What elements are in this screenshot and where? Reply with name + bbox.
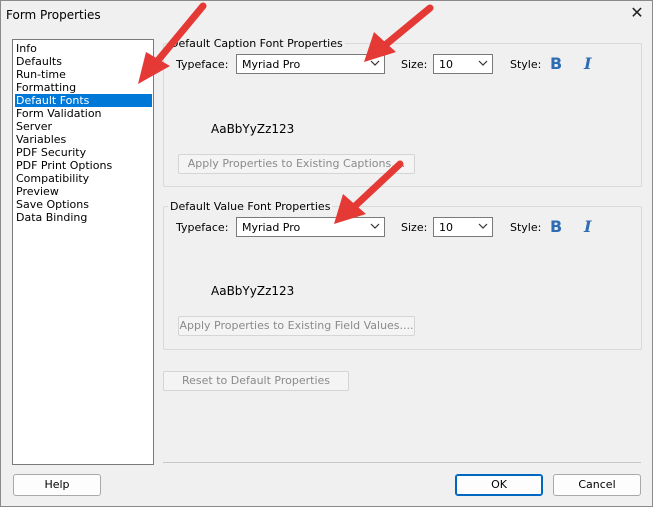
cancel-button[interactable]: Cancel xyxy=(553,474,641,496)
sidebar-item[interactable]: Data Binding xyxy=(15,211,152,224)
help-button[interactable]: Help xyxy=(13,474,101,496)
value-typeface-value: Myriad Pro xyxy=(242,221,301,234)
sidebar-item[interactable]: Defaults xyxy=(15,55,152,68)
close-icon[interactable]: ✕ xyxy=(628,4,646,22)
chevron-down-icon xyxy=(370,223,380,229)
footer-separator xyxy=(163,462,641,463)
sidebar-item[interactable]: Formatting xyxy=(15,81,152,94)
value-bold-icon[interactable]: B xyxy=(550,217,562,236)
caption-size-value: 10 xyxy=(439,58,453,71)
sidebar-item[interactable]: Save Options xyxy=(15,198,152,211)
caption-typeface-dropdown[interactable]: Myriad Pro xyxy=(236,54,385,74)
chevron-down-icon xyxy=(478,223,488,229)
value-group-title: Default Value Font Properties xyxy=(168,200,333,213)
caption-size-dropdown[interactable]: 10 xyxy=(433,54,493,74)
value-size-value: 10 xyxy=(439,221,453,234)
ok-button[interactable]: OK xyxy=(455,474,543,496)
sidebar-item[interactable]: Variables xyxy=(15,133,152,146)
value-font-sample: AaBbYyZz123 xyxy=(211,284,295,298)
sidebar-item[interactable]: Server xyxy=(15,120,152,133)
sidebar-item[interactable]: Compatibility xyxy=(15,172,152,185)
caption-style-label: Style: xyxy=(510,58,542,71)
reset-to-default-button[interactable]: Reset to Default Properties xyxy=(163,371,349,391)
apply-to-field-values-button[interactable]: Apply Properties to Existing Field Value… xyxy=(178,316,415,336)
sidebar-item[interactable]: Default Fonts xyxy=(15,94,152,107)
apply-to-captions-button[interactable]: Apply Properties to Existing Captions...… xyxy=(178,154,415,174)
caption-typeface-label: Typeface: xyxy=(176,58,229,71)
value-typeface-label: Typeface: xyxy=(176,221,229,234)
value-typeface-dropdown[interactable]: Myriad Pro xyxy=(236,217,385,237)
value-style-label: Style: xyxy=(510,221,542,234)
window-title: Form Properties xyxy=(6,8,101,22)
caption-italic-icon[interactable]: I xyxy=(584,54,591,73)
caption-size-label: Size: xyxy=(401,58,428,71)
caption-typeface-value: Myriad Pro xyxy=(242,58,301,71)
sidebar-item[interactable]: Run-time xyxy=(15,68,152,81)
sidebar-item[interactable]: Form Validation xyxy=(15,107,152,120)
value-italic-icon[interactable]: I xyxy=(584,217,591,236)
sidebar-item[interactable]: PDF Security xyxy=(15,146,152,159)
caption-bold-icon[interactable]: B xyxy=(550,54,562,73)
sidebar-item[interactable]: Preview xyxy=(15,185,152,198)
caption-group-title: Default Caption Font Properties xyxy=(168,37,345,50)
chevron-down-icon xyxy=(370,60,380,66)
value-size-dropdown[interactable]: 10 xyxy=(433,217,493,237)
category-list[interactable]: Info Defaults Run-time Formatting Default Fo… xyxy=(12,39,154,465)
value-size-label: Size: xyxy=(401,221,428,234)
sidebar-item[interactable]: Info xyxy=(15,42,152,55)
caption-font-sample: AaBbYyZz123 xyxy=(211,122,295,136)
chevron-down-icon xyxy=(478,60,488,66)
sidebar-item[interactable]: PDF Print Options xyxy=(15,159,152,172)
